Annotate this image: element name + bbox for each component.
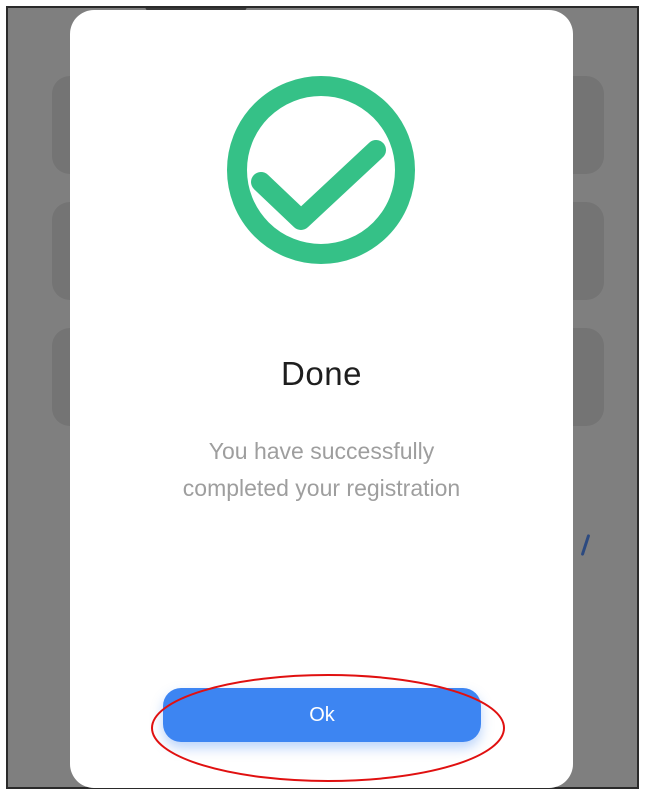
- background-text-fragment: [580, 534, 591, 556]
- dialog-message: You have successfully completed your reg…: [182, 438, 461, 501]
- dialog-title: Done: [281, 355, 362, 392]
- ok-button[interactable]: Ok: [163, 688, 481, 742]
- success-dialog: Done You have successfully completed you…: [70, 10, 573, 788]
- checkmark-circle-icon: [227, 76, 415, 264]
